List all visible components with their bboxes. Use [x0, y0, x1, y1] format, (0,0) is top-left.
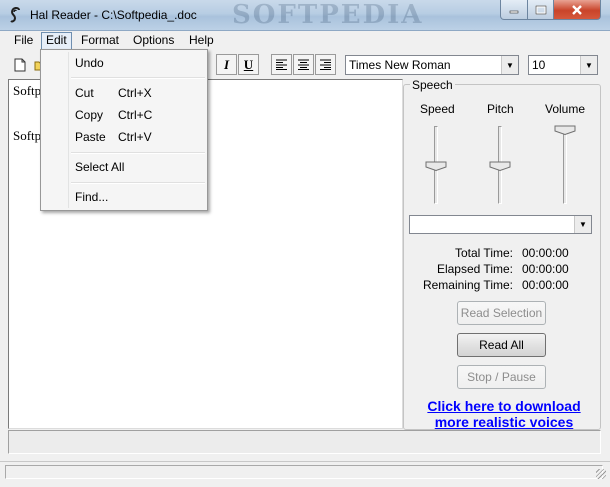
status-cell: [5, 465, 603, 479]
remaining-time-value: 00:00:00: [522, 278, 569, 292]
close-button[interactable]: [553, 0, 601, 20]
elapsed-time-value: 00:00:00: [522, 262, 569, 276]
download-voices-link[interactable]: Click here to download: [414, 398, 594, 414]
align-left-icon: [276, 59, 287, 70]
menu-item-find[interactable]: Find...: [75, 190, 108, 204]
menu-gutter: [68, 52, 69, 208]
menu-separator: [71, 77, 205, 79]
menu-options[interactable]: Options: [129, 32, 178, 49]
font-name-select[interactable]: Times New Roman ▼: [345, 55, 519, 75]
bottom-panel: [8, 430, 601, 454]
document-line: Softp: [13, 128, 42, 143]
paste-shortcut: Ctrl+V: [118, 130, 152, 144]
volume-label: Volume: [545, 102, 586, 116]
remaining-time-label: Remaining Time:: [422, 278, 513, 292]
underline-label: U: [243, 56, 254, 72]
menu-item-undo[interactable]: Undo: [75, 56, 104, 70]
menu-item-paste[interactable]: Paste: [75, 130, 106, 144]
read-all-button[interactable]: Read All: [457, 333, 546, 357]
cut-shortcut: Ctrl+X: [118, 86, 152, 100]
menu-item-cut[interactable]: Cut: [75, 86, 94, 100]
edit-menu-dropdown: Undo Cut Ctrl+X Copy Ctrl+C Paste Ctrl+V…: [40, 49, 208, 211]
document-line: Softp: [13, 83, 42, 98]
new-document-icon: [14, 58, 25, 71]
font-name-value: Times New Roman: [349, 58, 451, 72]
underline-button[interactable]: U: [238, 54, 259, 75]
font-size-value: 10: [532, 58, 546, 72]
maximize-icon: [535, 5, 546, 14]
align-center-button[interactable]: [293, 54, 314, 75]
chevron-down-icon[interactable]: ▼: [574, 216, 591, 233]
total-time-label: Total Time:: [454, 246, 513, 260]
minimize-icon: [509, 10, 519, 13]
new-document-button[interactable]: [9, 54, 30, 75]
italic-label: I: [223, 56, 230, 72]
menu-separator: [71, 152, 205, 154]
align-right-icon: [320, 59, 331, 70]
chevron-down-icon[interactable]: ▼: [580, 56, 597, 74]
align-center-icon: [298, 59, 309, 70]
app-window: Hal Reader - C:\Softpedia_.doc SOFTPEDIA…: [0, 0, 610, 487]
maximize-button[interactable]: [527, 0, 554, 20]
window-title: Hal Reader - C:\Softpedia_.doc: [30, 8, 197, 22]
status-bar: [0, 461, 610, 482]
volume-slider-track[interactable]: [563, 126, 567, 204]
elapsed-time-label: Elapsed Time:: [436, 262, 513, 276]
pitch-label: Pitch: [487, 102, 514, 116]
minimize-button[interactable]: [500, 0, 528, 20]
title-bar[interactable]: Hal Reader - C:\Softpedia_.doc SOFTPEDIA: [0, 0, 610, 31]
pitch-slider-thumb[interactable]: [489, 161, 511, 171]
total-time-value: 00:00:00: [522, 246, 569, 260]
speech-group-label: Speech: [410, 78, 455, 92]
align-left-button[interactable]: [271, 54, 292, 75]
ear-app-icon: [10, 6, 20, 23]
menu-item-select-all[interactable]: Select All: [75, 160, 124, 174]
menu-separator: [71, 182, 205, 184]
close-icon: [572, 4, 582, 15]
speed-slider-thumb[interactable]: [425, 161, 447, 171]
download-voices-link-line2[interactable]: more realistic voices: [414, 414, 594, 430]
stop-pause-button[interactable]: Stop / Pause: [457, 365, 546, 389]
volume-slider-thumb[interactable]: [554, 125, 576, 135]
font-size-select[interactable]: 10 ▼: [528, 55, 598, 75]
align-right-button[interactable]: [315, 54, 336, 75]
menu-file[interactable]: File: [10, 32, 37, 49]
menu-item-copy[interactable]: Copy: [75, 108, 103, 122]
watermark-logo: SOFTPEDIA: [232, 0, 424, 30]
menu-help[interactable]: Help: [185, 32, 218, 49]
italic-button[interactable]: I: [216, 54, 237, 75]
voice-select[interactable]: ▼: [409, 215, 592, 234]
read-selection-button[interactable]: Read Selection: [457, 301, 546, 325]
resize-grip-icon[interactable]: [596, 469, 606, 479]
menu-format[interactable]: Format: [77, 32, 123, 49]
menu-bar: File Edit Format Options Help: [0, 31, 610, 51]
copy-shortcut: Ctrl+C: [118, 108, 153, 122]
speed-label: Speed: [420, 102, 455, 116]
chevron-down-icon[interactable]: ▼: [501, 56, 518, 74]
